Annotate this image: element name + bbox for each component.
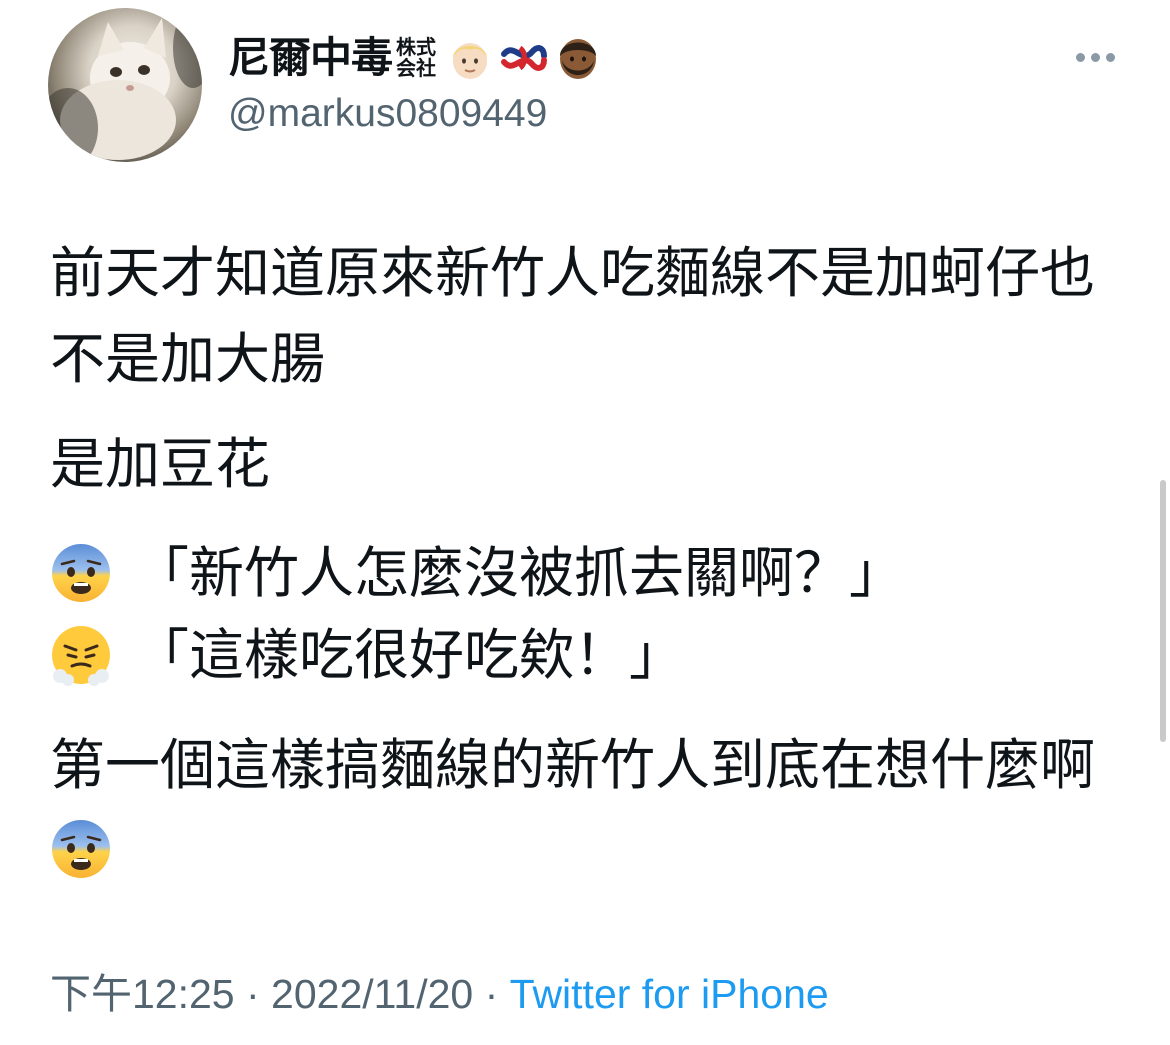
fearful-face-icon bbox=[52, 544, 110, 602]
name-suffix-top: 株式 bbox=[396, 35, 437, 59]
knot-icon bbox=[501, 45, 548, 71]
face-with-steam-icon bbox=[52, 626, 110, 686]
author-name-suffix: 株式 会社 bbox=[396, 37, 436, 79]
more-dot-icon bbox=[1105, 52, 1115, 62]
tweet-paragraph: 是加豆花 bbox=[50, 432, 271, 496]
tweet-paragraph-text: 第一個這樣搞麵線的新竹人到底在想什麼啊 bbox=[50, 733, 1096, 797]
tweet-date[interactable]: 2022/11/20 bbox=[271, 971, 473, 1017]
tweet-time[interactable]: 下午12:25 bbox=[50, 971, 235, 1017]
cat-avatar-image bbox=[48, 8, 202, 162]
tweet-quote-line: 「新竹人怎麼沒被抓去關啊？」 bbox=[50, 530, 1130, 616]
tweet-meta: 下午12:25 · 2022/11/20 · Twitter for iPhon… bbox=[50, 966, 829, 1022]
man-beard-medium-dark-skin-icon bbox=[560, 39, 597, 79]
author-name-row[interactable]: 尼爾中毒 株式 会社 bbox=[228, 30, 602, 86]
tweet-paragraph: 第一個這樣搞麵線的新竹人到底在想什麼啊 bbox=[50, 722, 1130, 894]
person-blond-light-skin-icon bbox=[453, 43, 488, 79]
more-dot-icon bbox=[1075, 52, 1085, 62]
scrollbar[interactable] bbox=[1160, 480, 1166, 742]
more-dot-icon bbox=[1090, 52, 1100, 62]
tweet-quote-text: 「這樣吃很好吃欸！」 bbox=[134, 623, 685, 687]
meta-separator: · bbox=[473, 971, 510, 1017]
tweet-quote-line: 「這樣吃很好吃欸！」 bbox=[50, 612, 1130, 698]
author-handle[interactable]: @markus0809449 bbox=[228, 88, 547, 140]
author-display-name[interactable]: 尼爾中毒 bbox=[228, 30, 393, 86]
name-suffix-bottom: 会社 bbox=[396, 56, 437, 80]
tweet-paragraph: 前天才知道原來新竹人吃麵線不是加蚵仔也不是加大腸 bbox=[50, 241, 1096, 391]
tweet-quote-text: 「新竹人怎麼沒被抓去關啊？」 bbox=[134, 541, 905, 605]
more-options-button[interactable] bbox=[1070, 42, 1120, 72]
meta-separator: · bbox=[234, 971, 272, 1017]
author-avatar[interactable] bbox=[48, 8, 202, 162]
fearful-face-icon bbox=[52, 820, 110, 878]
tweet-source-link[interactable]: Twitter for iPhone bbox=[510, 971, 829, 1017]
